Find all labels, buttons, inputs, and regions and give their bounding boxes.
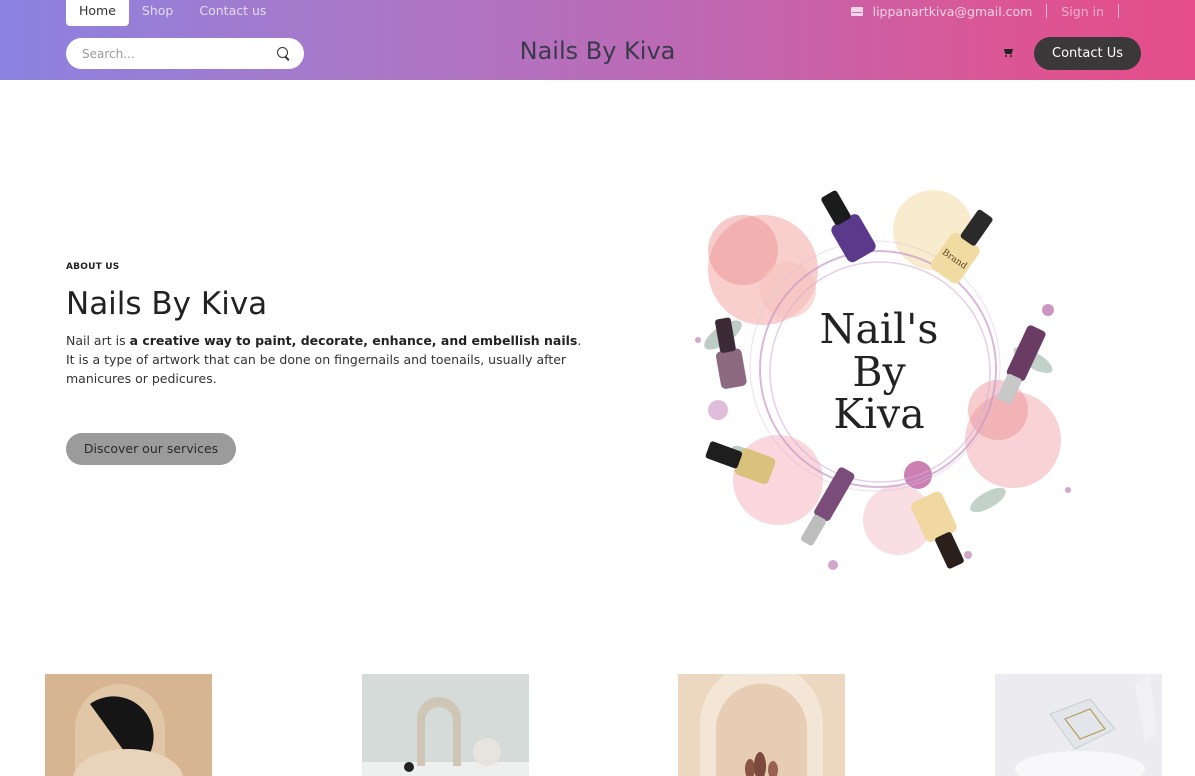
about-title: Nails By Kiva	[66, 286, 268, 322]
logo-text-line3: Kiva	[833, 390, 924, 438]
logo-text-line1: Nail's	[820, 305, 939, 353]
about-text-start: Nail art is	[66, 333, 130, 348]
search-box	[66, 38, 304, 69]
site-header: Home Shop Contact us lippanartkiva@gmail…	[0, 0, 1195, 80]
search-icon[interactable]	[277, 47, 290, 60]
gallery-image-2[interactable]	[362, 674, 529, 776]
arch-shapes-image	[45, 674, 212, 776]
top-navigation: Home Shop Contact us	[66, 0, 279, 26]
nails-by-kiva-logo-image: Brand Nail's By Kiva	[668, 160, 1088, 578]
sculpture-image	[362, 674, 529, 776]
about-description: Nail art is a creative way to paint, dec…	[66, 331, 586, 388]
nav-contact-us[interactable]: Contact us	[186, 0, 279, 26]
search-input[interactable]	[82, 46, 277, 61]
gallery-image-4[interactable]	[995, 674, 1162, 776]
section-eyebrow: ABOUT US	[66, 262, 120, 272]
discover-services-button[interactable]: Discover our services	[66, 433, 236, 465]
cart-icon[interactable]	[1003, 48, 1015, 58]
sign-in-link[interactable]: Sign in	[1061, 4, 1104, 19]
top-right-links: lippanartkiva@gmail.com Sign in	[850, 0, 1133, 22]
about-text-bold: a creative way to paint, decorate, enhan…	[129, 333, 578, 348]
logo-text-line2: By	[852, 348, 906, 396]
divider	[1118, 4, 1119, 18]
glass-cube-image	[995, 674, 1162, 776]
gallery-image-1[interactable]	[45, 674, 212, 776]
contact-email[interactable]: lippanartkiva@gmail.com	[873, 4, 1033, 19]
nav-home[interactable]: Home	[66, 0, 129, 26]
gallery-image-3[interactable]	[678, 674, 845, 776]
envelope-icon	[850, 6, 863, 16]
brand-name[interactable]: Nails By Kiva	[520, 37, 676, 65]
arch-niche-image	[678, 674, 845, 776]
divider	[1046, 4, 1048, 18]
contact-us-button[interactable]: Contact Us	[1034, 37, 1141, 70]
nav-shop[interactable]: Shop	[129, 0, 186, 26]
